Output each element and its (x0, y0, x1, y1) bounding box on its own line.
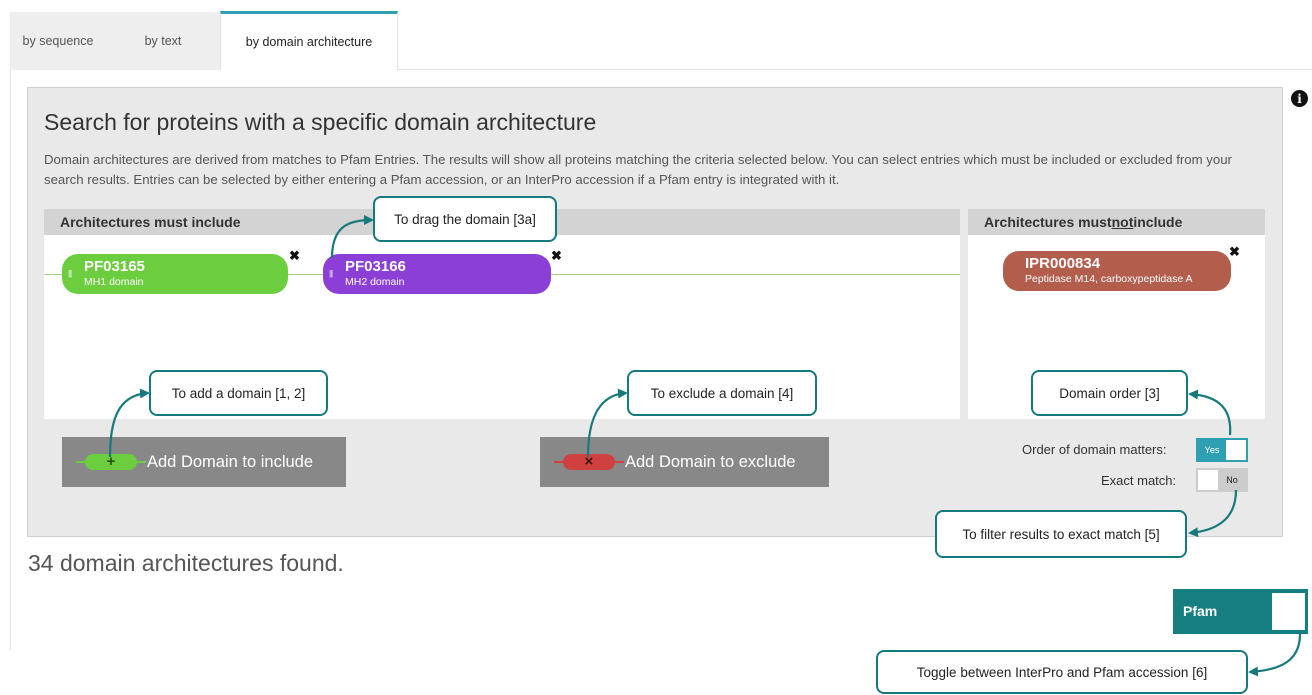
domain-accession: PF03165 (84, 258, 145, 275)
order-matters-toggle[interactable]: Yes (1196, 438, 1248, 462)
domain-name: MH1 domain (84, 276, 144, 288)
description: Domain architectures are derived from ma… (44, 152, 1232, 187)
exact-match-toggle[interactable]: No (1196, 468, 1248, 492)
callout-toggle-accession: Toggle between InterPro and Pfam accessi… (876, 650, 1248, 694)
callout-exclude-domain: To exclude a domain [4] (627, 370, 817, 416)
add-include-label: Add Domain to include (147, 453, 314, 471)
add-domain-exclude-button[interactable]: × Add Domain to exclude (540, 437, 829, 487)
domain-name: Peptidase M14, carboxypeptidase A (1025, 273, 1193, 285)
info-icon[interactable]: i (1291, 90, 1308, 107)
remove-domain-close-icon[interactable]: ✖ (289, 248, 300, 264)
toggle-arrow (1248, 633, 1302, 677)
callout-add-domain: To add a domain [1, 2] (149, 370, 328, 416)
page-title: Search for proteins with a specific doma… (44, 109, 597, 135)
exact-match-label: Exact match: (1101, 473, 1177, 488)
exclude-header-suffix: include (1133, 214, 1183, 230)
exclude-header-prefix: Architectures must (984, 214, 1112, 230)
drag-handle-icon[interactable]: ||| (329, 269, 333, 278)
add-exclude-label: Add Domain to exclude (625, 453, 796, 471)
toggle-knob (1198, 470, 1218, 490)
domain-accession: IPR000834 (1025, 255, 1101, 272)
pfam-toggle-label: Pfam (1183, 603, 1218, 619)
domain-chip-pf03165[interactable]: ||| PF03165 MH1 domain (62, 254, 288, 294)
callout-drag-domain: To drag the domain [3a] (373, 196, 557, 242)
domain-accession: PF03166 (345, 258, 406, 275)
exclude-header-emphasis: not (1111, 214, 1134, 230)
callout-exact-match: To filter results to exact match [5] (935, 510, 1187, 558)
remove-domain-close-icon[interactable]: ✖ (1229, 244, 1240, 260)
callout-domain-order: Domain order [3] (1031, 370, 1188, 416)
tab-by-text[interactable]: by text (106, 12, 220, 70)
domain-chip-ipr000834[interactable]: IPR000834 Peptidase M14, carboxypeptidas… (1003, 251, 1231, 291)
times-icon: × (584, 453, 594, 470)
toggle-value: Yes (1204, 445, 1220, 455)
tab-by-sequence[interactable]: by sequence (10, 12, 106, 70)
plus-icon: + (106, 453, 116, 470)
drag-handle-icon[interactable]: ||| (68, 269, 72, 278)
results-count: 34 domain architectures found. (28, 550, 344, 576)
content-border (10, 70, 11, 650)
domain-name: MH2 domain (345, 276, 405, 288)
toggle-value: No (1226, 475, 1238, 485)
domain-chip-pf03166[interactable]: ||| PF03166 MH2 domain (323, 254, 551, 294)
tab-bar: by sequence by text by domain architectu… (10, 11, 1312, 70)
tab-by-domain-architecture[interactable]: by domain architecture (220, 11, 398, 70)
exclude-header: Architectures must not include (968, 209, 1265, 235)
toggle-knob (1272, 593, 1305, 630)
add-domain-include-button[interactable]: + Add Domain to include (62, 437, 346, 487)
order-matters-label: Order of domain matters: (1022, 442, 1167, 457)
remove-domain-close-icon[interactable]: ✖ (551, 248, 562, 264)
pfam-interpro-toggle[interactable]: Pfam (1173, 589, 1308, 634)
toggle-knob (1226, 440, 1246, 460)
